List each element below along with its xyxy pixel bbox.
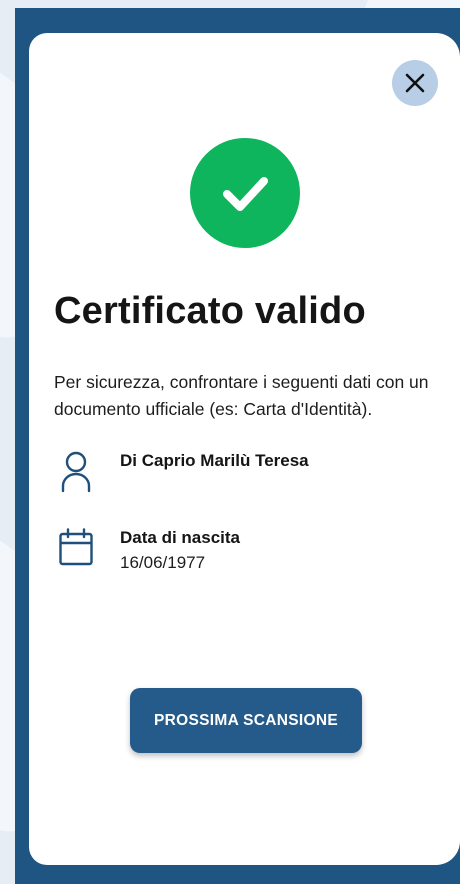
person-icon (61, 451, 91, 493)
status-title: Certificato valido (54, 290, 366, 332)
close-icon (405, 73, 425, 93)
next-scan-button[interactable]: PROSSIMA SCANSIONE (130, 688, 362, 753)
holder-name: Di Caprio Marilù Teresa (120, 451, 309, 470)
checkmark-icon (223, 177, 268, 211)
success-badge (190, 138, 300, 248)
verification-instructions: Per sicurezza, confrontare i seguenti da… (54, 372, 429, 419)
birth-date-value: 16/06/1977 (120, 553, 206, 572)
close-button[interactable] (392, 60, 438, 106)
calendar-icon (59, 528, 93, 566)
birth-date-label: Data di nascita (120, 528, 240, 547)
